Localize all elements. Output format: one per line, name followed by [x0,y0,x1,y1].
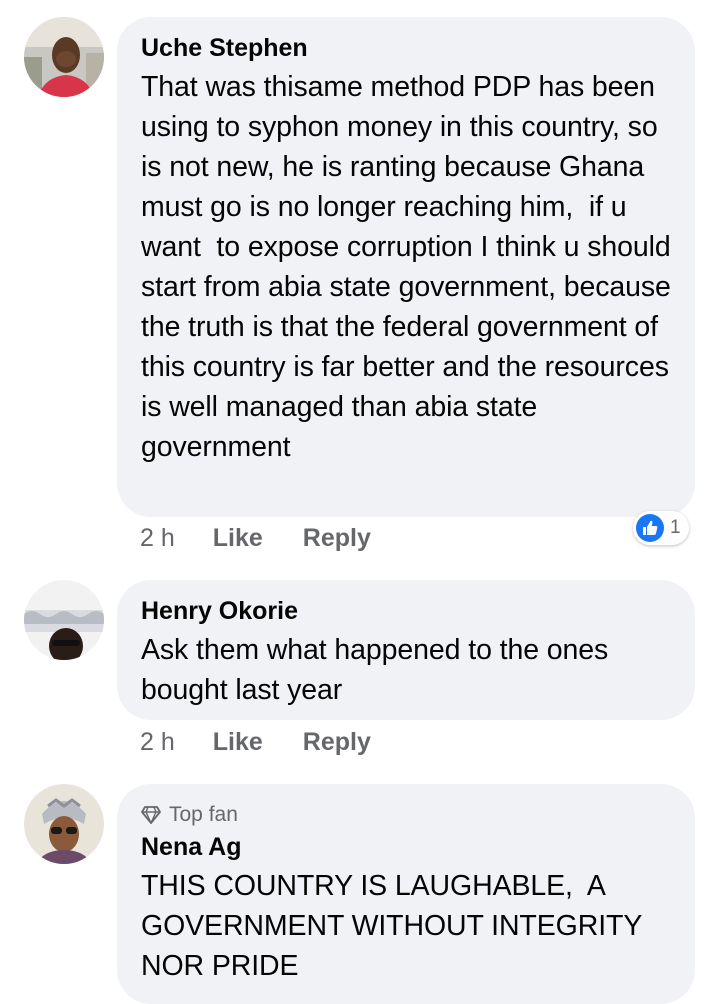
diamond-icon [141,806,161,824]
comment-actions: 2 h Like Reply [140,524,371,553]
top-fan-badge: Top fan [141,802,671,828]
comment-bubble: Uche Stephen That was thisame method PDP… [117,17,695,517]
avatar-photo [24,784,104,864]
reaction-count: 1 [670,517,681,538]
top-fan-label: Top fan [169,803,238,826]
comment-timestamp[interactable]: 2 h [140,728,175,757]
reply-button[interactable]: Reply [303,524,371,553]
comment-bubble: Top fan Nena Ag THIS COUNTRY IS LAUGHABL… [117,784,695,1004]
comment-author[interactable]: Uche Stephen [141,33,671,63]
comment-author[interactable]: Nena Ag [141,832,671,862]
comment-bubble: Henry Okorie Ask them what happened to t… [117,580,695,720]
comment-timestamp[interactable]: 2 h [140,524,175,553]
like-button[interactable]: Like [213,728,263,757]
avatar[interactable] [24,17,104,97]
reply-button[interactable]: Reply [303,728,371,757]
avatar[interactable] [24,580,104,660]
comment-text: Ask them what happened to the ones bough… [141,634,616,706]
comment-actions: 2 h Like Reply [140,728,371,757]
like-reaction-icon [636,514,664,542]
comment-author[interactable]: Henry Okorie [141,596,671,626]
avatar-photo [24,580,104,660]
like-button[interactable]: Like [213,524,263,553]
avatar[interactable] [24,784,104,864]
reaction-summary[interactable]: 1 [633,511,689,545]
comment-text: THIS COUNTRY IS LAUGHABLE, A GOVERNMENT … [141,870,650,982]
avatar-photo [24,17,104,97]
comment-text: That was thisame method PDP has been usi… [141,71,679,463]
